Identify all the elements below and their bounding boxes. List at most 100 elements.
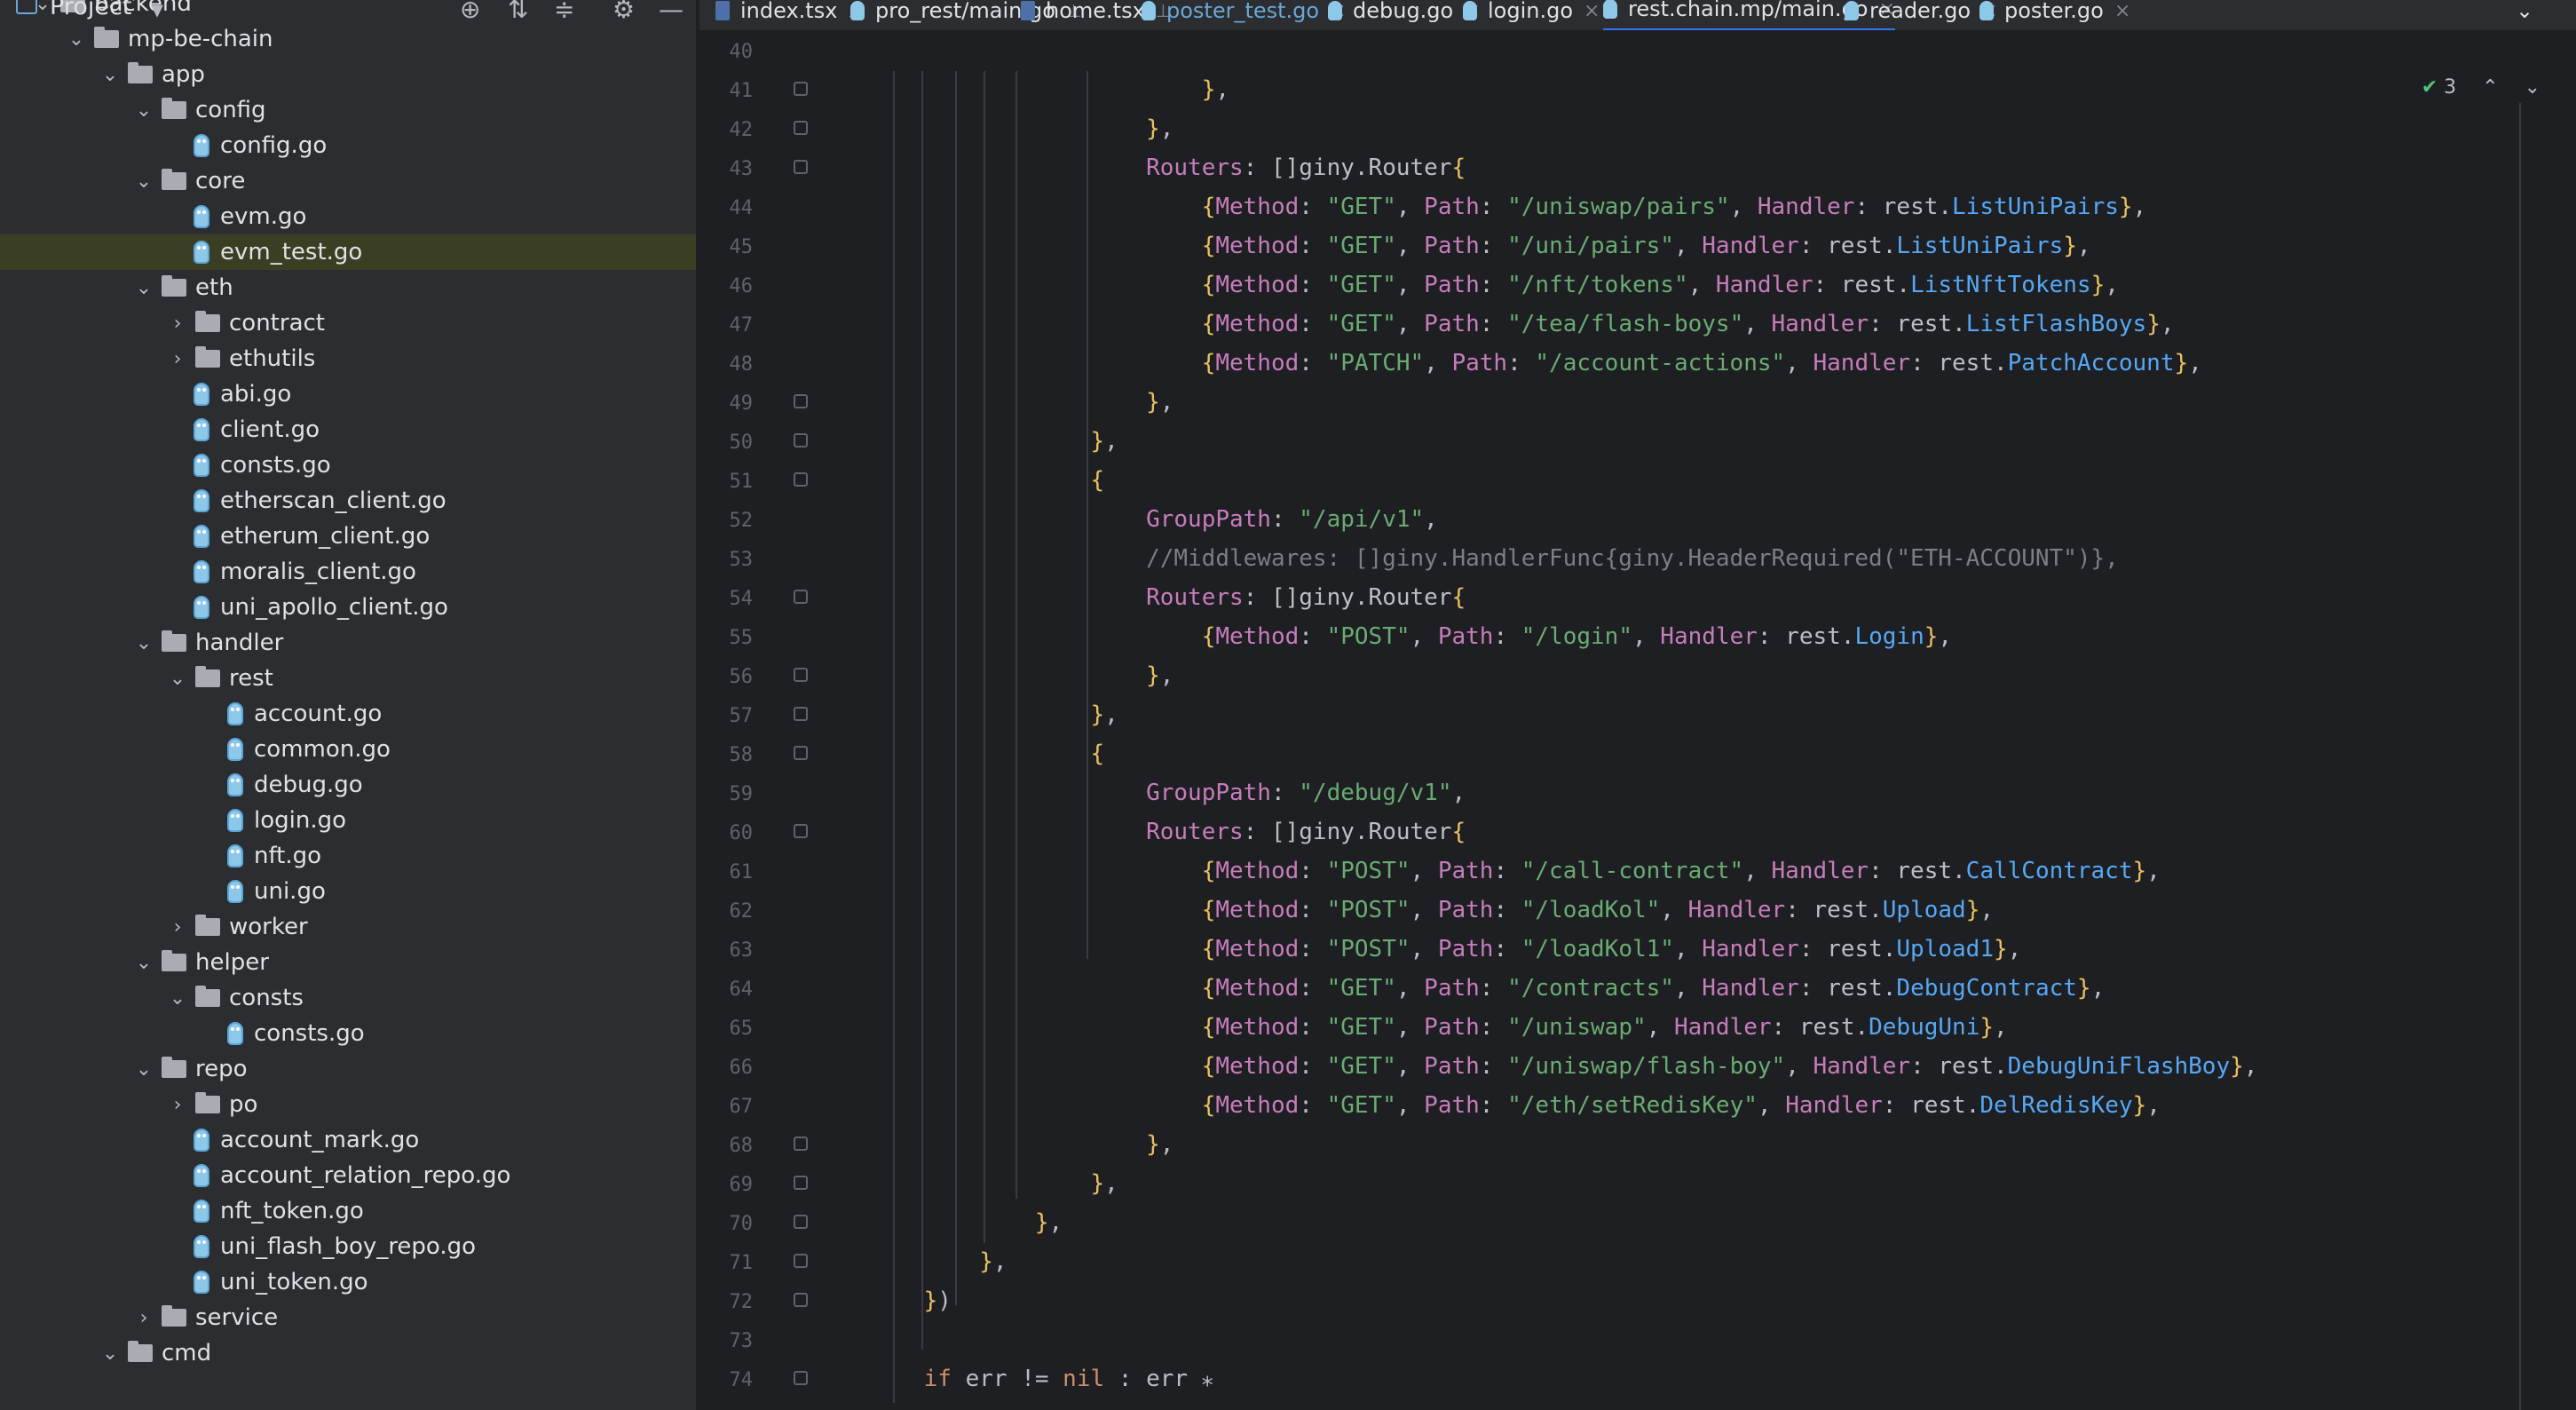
- fold-marker-icon[interactable]: [794, 121, 808, 135]
- fold-marker-icon[interactable]: [794, 1137, 808, 1151]
- code-line[interactable]: {Method: "GET", Path: "/uni/pairs", Hand…: [868, 233, 2091, 259]
- tree-folder[interactable]: ⌄ repo: [0, 1051, 696, 1087]
- code-line[interactable]: if err != nil : err ⁎: [868, 1366, 1213, 1392]
- editor-tab[interactable]: index.tsx⊥: [715, 0, 864, 30]
- chevron-right-icon[interactable]: ›: [167, 341, 188, 376]
- code-line[interactable]: {Method: "GET", Path: "/uniswap/pairs", …: [868, 194, 2147, 220]
- chevron-right-icon[interactable]: ›: [133, 1300, 154, 1335]
- chevron-down-icon[interactable]: ⌄: [133, 92, 154, 128]
- code-line[interactable]: GroupPath: "/debug/v1",: [868, 780, 1466, 806]
- code-line[interactable]: Routers: []giny.Router{: [868, 154, 1466, 181]
- fold-marker-icon[interactable]: [794, 1254, 808, 1268]
- code-line[interactable]: {Method: "GET", Path: "/eth/setRedisKey"…: [868, 1092, 2161, 1119]
- chevron-down-icon[interactable]: ⌄: [133, 625, 154, 661]
- fold-marker-icon[interactable]: [794, 82, 808, 96]
- sidebar-title[interactable]: Project: [50, 0, 131, 20]
- tree-folder[interactable]: ⌄ mp-be-chain: [0, 21, 696, 57]
- code-line[interactable]: },: [868, 1248, 1007, 1275]
- editor-tab[interactable]: reader.go×: [1845, 0, 1997, 30]
- fold-marker-icon[interactable]: [794, 1176, 808, 1190]
- code-line[interactable]: //Middlewares: []giny.HandlerFunc{giny.H…: [868, 545, 2119, 572]
- tree-file[interactable]: client.go: [0, 412, 696, 448]
- editor-tab[interactable]: debug.go×: [1328, 0, 1481, 30]
- code-line[interactable]: },: [868, 701, 1118, 728]
- chevron-down-icon[interactable]: ⌄: [99, 1335, 121, 1371]
- close-icon[interactable]: ×: [2114, 0, 2130, 22]
- code-line[interactable]: },: [868, 389, 1173, 416]
- tree-folder[interactable]: ⌄ cmd: [0, 1335, 696, 1371]
- code-line[interactable]: {Method: "POST", Path: "/loadKol1", Hand…: [868, 936, 2022, 962]
- fold-marker-icon[interactable]: [794, 668, 808, 682]
- tree-file[interactable]: account_relation_repo.go: [0, 1158, 696, 1193]
- tree-file[interactable]: moralis_client.go: [0, 554, 696, 590]
- tree-file[interactable]: evm.go: [0, 199, 696, 234]
- tree-file[interactable]: config.go: [0, 128, 696, 163]
- tree-folder[interactable]: ⌄ config: [0, 92, 696, 128]
- fold-marker-icon[interactable]: [794, 590, 808, 604]
- inspection-status[interactable]: ✔ 3 ⌃ ⌄: [2422, 76, 2540, 99]
- tree-file[interactable]: nft_token.go: [0, 1193, 696, 1229]
- tree-folder[interactable]: › po: [0, 1087, 696, 1122]
- tree-folder[interactable]: ⌄ helper: [0, 945, 696, 980]
- code-line[interactable]: Routers: []giny.Router{: [868, 819, 1466, 845]
- tree-folder[interactable]: ⌄ core: [0, 163, 696, 199]
- locate-icon[interactable]: ⊕: [460, 0, 480, 24]
- chevron-right-icon[interactable]: ›: [167, 305, 188, 341]
- fold-marker-icon[interactable]: [794, 160, 808, 174]
- code-line[interactable]: {Method: "GET", Path: "/contracts", Hand…: [868, 975, 2106, 1002]
- code-line[interactable]: {: [868, 467, 1104, 494]
- tree-file[interactable]: uni_token.go: [0, 1264, 696, 1300]
- chevron-down-icon[interactable]: ⌄: [167, 661, 188, 696]
- code-line[interactable]: },: [868, 1209, 1063, 1236]
- fold-marker-icon[interactable]: [794, 394, 808, 408]
- tree-folder[interactable]: ⌄ eth: [0, 270, 696, 305]
- chevron-down-icon[interactable]: ⌄: [133, 163, 154, 199]
- tree-folder[interactable]: ⌄ app: [0, 57, 696, 92]
- code-line[interactable]: {Method: "GET", Path: "/nft/tokens", Han…: [868, 272, 2119, 298]
- tree-file[interactable]: etherscan_client.go: [0, 483, 696, 519]
- chevron-right-icon[interactable]: ›: [167, 909, 188, 945]
- editor-tab[interactable]: login.go ×: [1463, 0, 1600, 30]
- tree-folder[interactable]: › worker: [0, 909, 696, 945]
- code-line[interactable]: },: [868, 428, 1118, 455]
- tree-file[interactable]: evm_test.go: [0, 234, 696, 270]
- chevron-down-icon[interactable]: ⌄: [66, 21, 87, 57]
- tree-file[interactable]: uni_flash_boy_repo.go: [0, 1229, 696, 1264]
- code-line[interactable]: },: [868, 1170, 1118, 1197]
- tree-folder[interactable]: › service: [0, 1300, 696, 1335]
- tree-file[interactable]: consts.go: [0, 1016, 696, 1051]
- tree-folder[interactable]: › ethutils: [0, 341, 696, 376]
- gear-icon[interactable]: ⚙: [612, 0, 635, 24]
- tree-folder[interactable]: ⌄ handler: [0, 625, 696, 661]
- code-line[interactable]: }): [868, 1287, 952, 1314]
- tree-file[interactable]: uni.go: [0, 874, 696, 909]
- tree-file[interactable]: consts.go: [0, 448, 696, 483]
- close-icon[interactable]: ×: [1584, 0, 1600, 22]
- code-line[interactable]: {Method: "PATCH", Path: "/account-action…: [868, 350, 2202, 376]
- code-line[interactable]: },: [868, 115, 1173, 142]
- fold-marker-icon[interactable]: [794, 433, 808, 448]
- code-line[interactable]: },: [868, 1131, 1173, 1158]
- code-line[interactable]: {Method: "GET", Path: "/tea/flash-boys",…: [868, 311, 2175, 337]
- tree-file[interactable]: uni_apollo_client.go: [0, 590, 696, 625]
- tree-file[interactable]: abi.go: [0, 376, 696, 412]
- chevron-up-icon[interactable]: ⌃: [2482, 76, 2498, 99]
- code-line[interactable]: },: [868, 662, 1173, 689]
- chevron-down-icon[interactable]: ⌄: [133, 270, 154, 305]
- fold-marker-icon[interactable]: [794, 1215, 808, 1229]
- expand-all-icon[interactable]: ⇅: [508, 0, 528, 24]
- chevron-down-icon[interactable]: ⌄: [133, 1051, 154, 1087]
- tree-file[interactable]: account.go: [0, 696, 696, 732]
- tree-file[interactable]: login.go: [0, 803, 696, 838]
- editor-tab[interactable]: poster.go ×: [1979, 0, 2130, 30]
- chevron-right-icon[interactable]: ›: [167, 1087, 188, 1122]
- fold-marker-icon[interactable]: [794, 1371, 808, 1385]
- code-editor[interactable]: ✔ 3 ⌃ ⌄ 40 41 }, 42 }, 43 Routers: []giny.R…: [699, 32, 2576, 1410]
- code-line[interactable]: {Method: "POST", Path: "/call-contract",…: [868, 858, 2161, 884]
- code-line[interactable]: {Method: "GET", Path: "/uniswap/flash-bo…: [868, 1053, 2258, 1080]
- code-line[interactable]: GroupPath: "/api/v1",: [868, 506, 1438, 533]
- code-line[interactable]: Routers: []giny.Router{: [868, 584, 1466, 611]
- code-line[interactable]: {: [868, 741, 1104, 767]
- tree-file[interactable]: nft.go: [0, 838, 696, 874]
- minimize-icon[interactable]: —: [659, 0, 684, 24]
